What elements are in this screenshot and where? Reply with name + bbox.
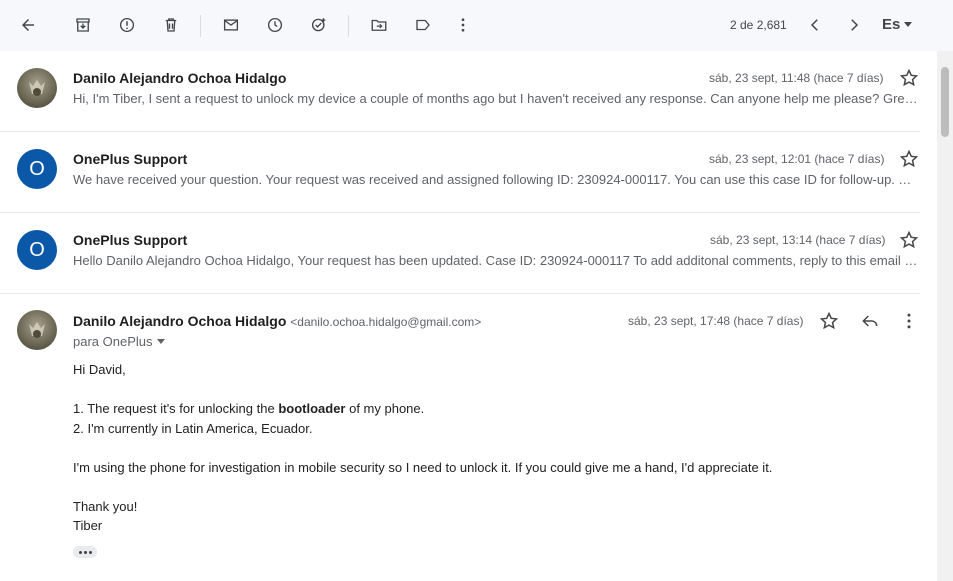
message-date: sáb, 23 sept, 13:14 (hace 7 días) [710, 233, 886, 247]
body-line: 2. I'm currently in Latin America, Ecuad… [73, 420, 313, 436]
snooze-icon[interactable] [260, 10, 290, 40]
add-task-icon[interactable] [304, 10, 334, 40]
greeting: Hi David, [73, 362, 126, 377]
body-bold-text: bootloader [278, 401, 346, 416]
star-icon[interactable] [819, 311, 839, 331]
message-date: sáb, 23 sept, 11:48 (hace 7 días) [709, 71, 884, 85]
collapsed-message[interactable]: Danilo Alejandro Ochoa Hidalgo sáb, 23 s… [0, 51, 920, 132]
recipient-details-toggle[interactable]: para OnePlus [73, 334, 165, 349]
mark-unread-icon[interactable] [216, 10, 246, 40]
scrollbar[interactable] [937, 51, 953, 581]
sender-name: Danilo Alejandro Ochoa Hidalgo [73, 313, 287, 329]
star-icon[interactable] [899, 230, 919, 250]
body-line: 1. The request it's for unlocking the bo… [73, 399, 772, 419]
body-text-segment: of my phone. [345, 401, 425, 416]
sender-email: <danilo.ochoa.hidalgo@gmail.com> [290, 315, 482, 329]
older-chevron-right-icon[interactable] [839, 10, 869, 40]
recipient-label: para OnePlus [73, 334, 153, 349]
caret-down-icon [156, 339, 165, 344]
show-trimmed-content-button[interactable] [73, 546, 97, 558]
sender-name: OnePlus Support [73, 151, 188, 167]
body-text-segment: 1. The request it's for unlocking the [73, 401, 279, 416]
delete-icon[interactable] [156, 10, 186, 40]
message-body: Hi David, 1. The request it's for unlock… [73, 360, 772, 536]
more-vert-icon[interactable] [899, 311, 919, 331]
pager-count: 2 de 2,681 [730, 18, 787, 32]
open-message-sender: Danilo Alejandro Ochoa Hidalgo <danilo.o… [73, 313, 481, 329]
newer-chevron-left-icon[interactable] [800, 10, 830, 40]
move-to-icon[interactable] [364, 10, 394, 40]
collapsed-message[interactable]: O OnePlus Support sáb, 23 sept, 12:01 (h… [0, 132, 920, 213]
message-snippet: Hello Danilo Alejandro Ochoa Hidalgo, Yo… [73, 253, 919, 268]
star-icon[interactable] [899, 68, 919, 88]
signature: Tiber [73, 518, 103, 533]
sender-name: Danilo Alejandro Ochoa Hidalgo [73, 70, 287, 86]
archive-icon[interactable] [68, 10, 98, 40]
avatar [17, 68, 57, 108]
input-language-label: Es [882, 16, 901, 33]
report-spam-icon[interactable] [112, 10, 142, 40]
closing: Thank you! [73, 498, 138, 514]
message-snippet: We have received your question. Your req… [73, 172, 919, 187]
label-icon[interactable] [408, 10, 438, 40]
avatar [17, 310, 57, 350]
toolbar-divider [348, 15, 349, 37]
toolbar: 2 de 2,681 Es [0, 0, 953, 51]
message-snippet: Hi, I'm Tiber, I sent a request to unloc… [73, 91, 919, 106]
toolbar-divider [200, 15, 201, 37]
star-icon[interactable] [899, 149, 919, 169]
collapsed-message[interactable]: O OnePlus Support sáb, 23 sept, 13:14 (h… [0, 213, 920, 294]
back-icon[interactable] [13, 10, 43, 40]
message-date: sáb, 23 sept, 12:01 (hace 7 días) [709, 152, 885, 166]
input-tools-button[interactable]: Es [882, 16, 913, 33]
email-window: 2 de 2,681 Es Danilo Alejandro Ochoa Hid… [0, 0, 953, 581]
caret-down-icon [904, 22, 913, 27]
conversation-view: Danilo Alejandro Ochoa Hidalgo sáb, 23 s… [0, 51, 937, 581]
avatar: O [17, 230, 57, 270]
scrollbar-thumb[interactable] [941, 67, 949, 137]
message-date: sáb, 23 sept, 17:48 (hace 7 días) [628, 314, 804, 328]
body-line: I'm using the phone for investigation in… [73, 459, 773, 475]
reply-icon[interactable] [860, 311, 880, 331]
sender-name: OnePlus Support [73, 232, 188, 248]
avatar: O [17, 149, 57, 189]
more-vert-icon[interactable] [448, 10, 478, 40]
